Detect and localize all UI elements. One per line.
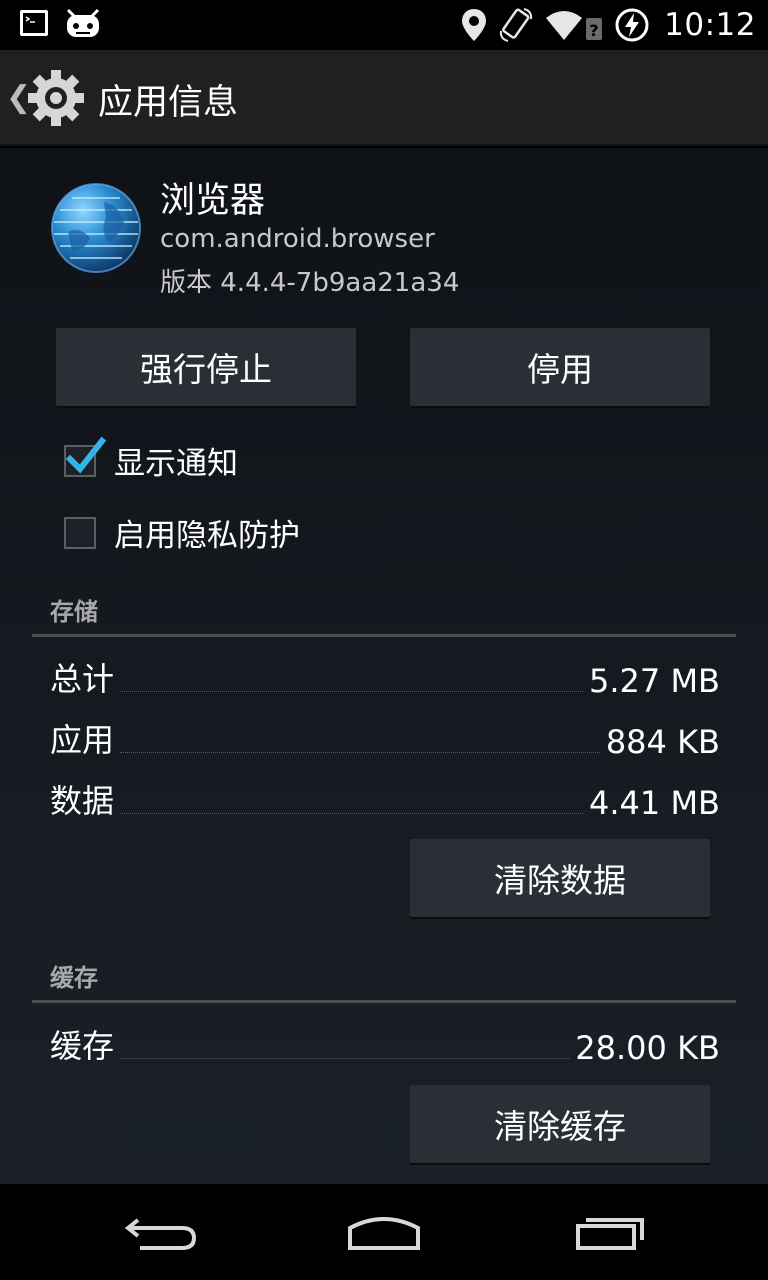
terminal-icon — [20, 10, 48, 36]
storage-total-label: 总计 — [50, 660, 115, 698]
leader-dots — [120, 813, 584, 814]
cache-label: 缓存 — [50, 1027, 115, 1065]
clear-data-button[interactable]: 清除数据 — [410, 839, 710, 917]
globe-icon — [51, 183, 141, 273]
app-version: 版本 4.4.4-7b9aa21a34 — [160, 268, 460, 298]
storage-row-total: 总计 5.27 MB — [50, 654, 720, 700]
battery-charging-icon — [615, 8, 649, 42]
show-notifications-label: 显示通知 — [114, 446, 238, 482]
recents-icon[interactable] — [560, 1208, 660, 1258]
wifi-icon: ? — [546, 11, 603, 40]
rotate-icon — [500, 8, 533, 42]
app-name: 浏览器 — [160, 181, 266, 221]
navigation-bar — [0, 1184, 768, 1280]
status-bar: ? 10:12 — [0, 0, 768, 50]
clock: 10:12 — [664, 7, 756, 43]
action-bar: ❮ 应用信息 — [0, 50, 768, 146]
svg-text:?: ? — [590, 21, 599, 40]
storage-total-value: 5.27 MB — [589, 662, 720, 700]
storage-row-data: 数据 4.41 MB — [50, 776, 720, 822]
cache-row: 缓存 28.00 KB — [50, 1021, 720, 1067]
privacy-guard-row[interactable]: 启用隐私防护 — [64, 510, 300, 555]
storage-app-value: 884 KB — [605, 723, 720, 761]
cache-divider — [32, 1000, 736, 1003]
leader-dots — [120, 691, 584, 692]
clear-cache-button[interactable]: 清除缓存 — [410, 1085, 710, 1163]
storage-data-value: 4.41 MB — [589, 784, 720, 822]
storage-data-label: 数据 — [50, 782, 115, 820]
app-info-content: 浏览器 com.android.browser 版本 4.4.4-7b9aa21… — [0, 148, 768, 1184]
app-package: com.android.browser — [160, 224, 435, 254]
leader-dots — [120, 752, 600, 753]
privacy-guard-checkbox[interactable] — [64, 516, 96, 549]
android-icon — [66, 8, 100, 37]
home-icon[interactable] — [334, 1208, 434, 1258]
back-icon[interactable] — [110, 1208, 210, 1258]
disable-button[interactable]: 停用 — [410, 328, 710, 406]
storage-heading: 存储 — [50, 598, 98, 626]
cache-heading: 缓存 — [50, 964, 98, 992]
page-title: 应用信息 — [98, 83, 239, 123]
storage-row-app: 应用 884 KB — [50, 715, 720, 761]
storage-app-label: 应用 — [50, 721, 115, 759]
force-stop-button[interactable]: 强行停止 — [56, 328, 356, 406]
privacy-guard-label: 启用隐私防护 — [114, 518, 300, 554]
leader-dots — [120, 1058, 570, 1059]
storage-divider — [32, 634, 736, 637]
checkmark-icon — [65, 436, 107, 474]
gear-icon[interactable] — [26, 68, 86, 128]
location-icon — [462, 9, 487, 41]
show-notifications-checkbox[interactable] — [64, 436, 107, 477]
cache-value: 28.00 KB — [575, 1029, 720, 1067]
show-notifications-row[interactable]: 显示通知 — [64, 436, 238, 483]
